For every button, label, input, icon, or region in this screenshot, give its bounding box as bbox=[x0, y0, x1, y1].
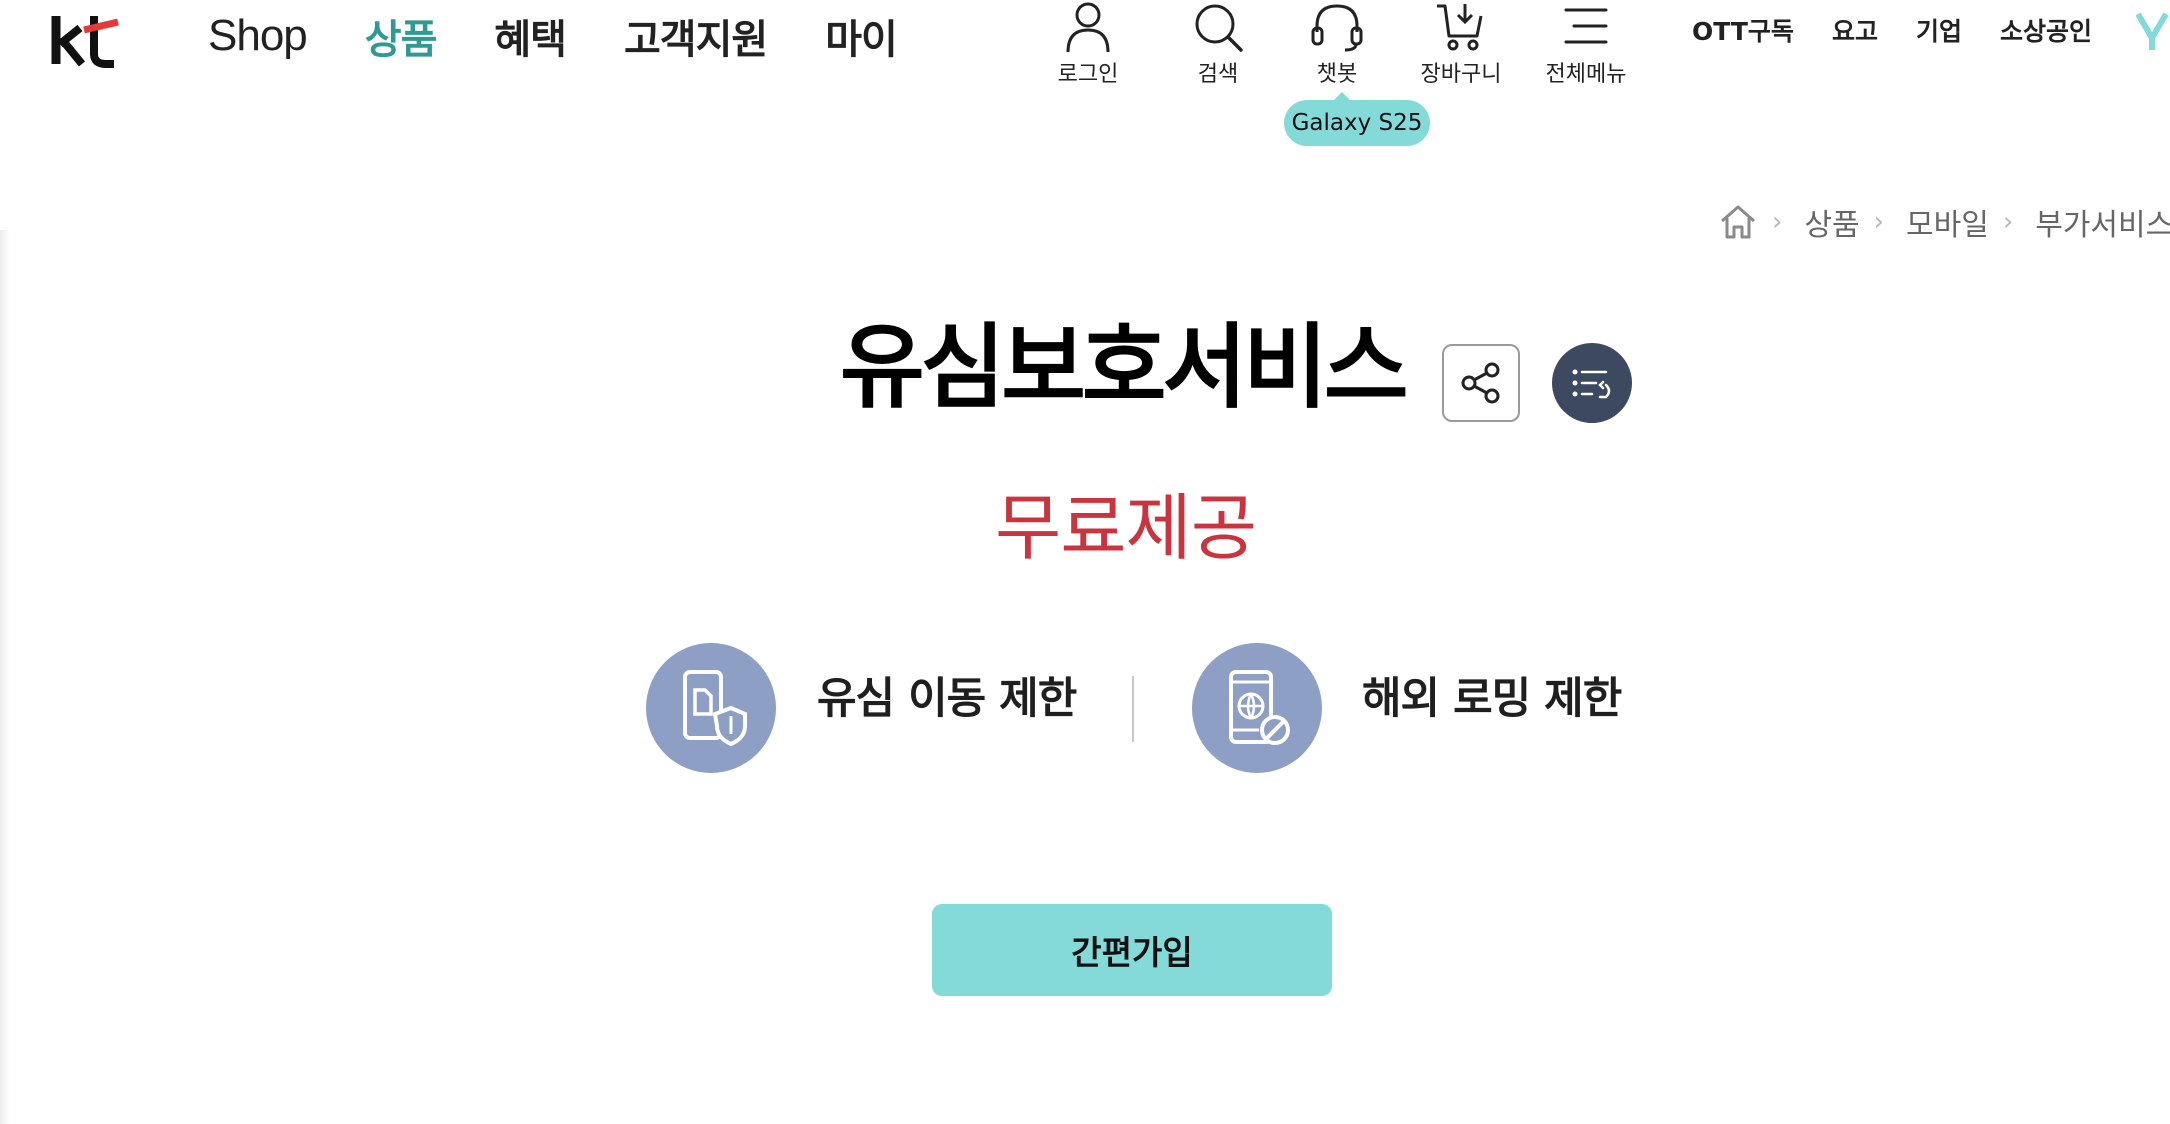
nav-products[interactable]: 상품 bbox=[365, 7, 438, 65]
page-title: 유심보호서비스 bbox=[840, 314, 1408, 421]
feature-divider bbox=[1132, 676, 1134, 742]
all-menu-label: 전체메뉴 bbox=[1545, 62, 1627, 87]
search-icon bbox=[1195, 4, 1243, 52]
sim-shield-icon bbox=[646, 643, 776, 773]
login-button[interactable]: 로그인 bbox=[1028, 0, 1148, 88]
price-label: 무료제공 bbox=[995, 486, 1257, 570]
secondary-nav: OTT구독 요고 기업 소상공인 bbox=[1692, 12, 2130, 48]
nav-benefits[interactable]: 혜택 bbox=[494, 7, 567, 65]
back-to-list-button[interactable] bbox=[1552, 343, 1632, 423]
feature-sim-restrict-label: 유심 이동 제한 bbox=[817, 674, 1077, 724]
kt-logo[interactable] bbox=[50, 8, 120, 70]
search-label: 검색 bbox=[1197, 62, 1239, 87]
brand-logo-partial[interactable] bbox=[2136, 8, 2170, 52]
all-menu-button[interactable]: 전체메뉴 bbox=[1526, 0, 1646, 88]
chevron-right-icon: › bbox=[1873, 207, 1885, 237]
share-button[interactable] bbox=[1442, 344, 1520, 422]
login-label: 로그인 bbox=[1057, 62, 1119, 87]
roaming-block-icon bbox=[1192, 643, 1322, 773]
nav-yogo[interactable]: 요고 bbox=[1832, 12, 1878, 48]
promo-tooltip[interactable]: Galaxy S25 bbox=[1284, 92, 1430, 146]
nav-my[interactable]: 마이 bbox=[825, 7, 898, 65]
main-nav: Shop 상품 혜택 고객지원 마이 bbox=[208, 8, 955, 64]
page-edge-shadow bbox=[0, 230, 10, 1124]
nav-small-business[interactable]: 소상공인 bbox=[2000, 12, 2092, 48]
nav-support[interactable]: 고객지원 bbox=[624, 7, 768, 65]
nav-business[interactable]: 기업 bbox=[1916, 12, 1962, 48]
chevron-right-icon: › bbox=[1772, 207, 1783, 237]
chevron-right-icon: › bbox=[2002, 207, 2014, 237]
person-icon bbox=[1066, 2, 1110, 53]
cart-label: 장바구니 bbox=[1420, 62, 1502, 87]
cart-button[interactable]: 장바구니 bbox=[1401, 0, 1521, 88]
quick-join-button[interactable]: 간편가입 bbox=[932, 904, 1332, 996]
list-return-icon bbox=[1572, 369, 1611, 399]
cart-icon bbox=[1437, 4, 1483, 51]
headset-icon bbox=[1311, 4, 1363, 52]
breadcrumb: › 상품 › 모바일 › 부가서비스 bbox=[1718, 200, 2170, 244]
breadcrumb-addon-services[interactable]: 부가서비스 bbox=[2035, 200, 2170, 244]
feature-roaming-restrict-label: 해외 로밍 제한 bbox=[1362, 674, 1622, 724]
chatbot-label: 챗봇 bbox=[1316, 62, 1358, 87]
home-icon[interactable] bbox=[1718, 203, 1758, 241]
breadcrumb-products[interactable]: 상품 bbox=[1804, 200, 1859, 244]
share-icon bbox=[1461, 362, 1500, 404]
breadcrumb-mobile[interactable]: 모바일 bbox=[1906, 200, 1989, 244]
chatbot-button[interactable]: 챗봇 bbox=[1277, 0, 1397, 88]
search-button[interactable]: 검색 bbox=[1158, 0, 1278, 88]
menu-icon bbox=[1564, 8, 1608, 44]
nav-ott[interactable]: OTT구독 bbox=[1692, 12, 1794, 48]
nav-shop[interactable]: Shop bbox=[208, 11, 308, 61]
